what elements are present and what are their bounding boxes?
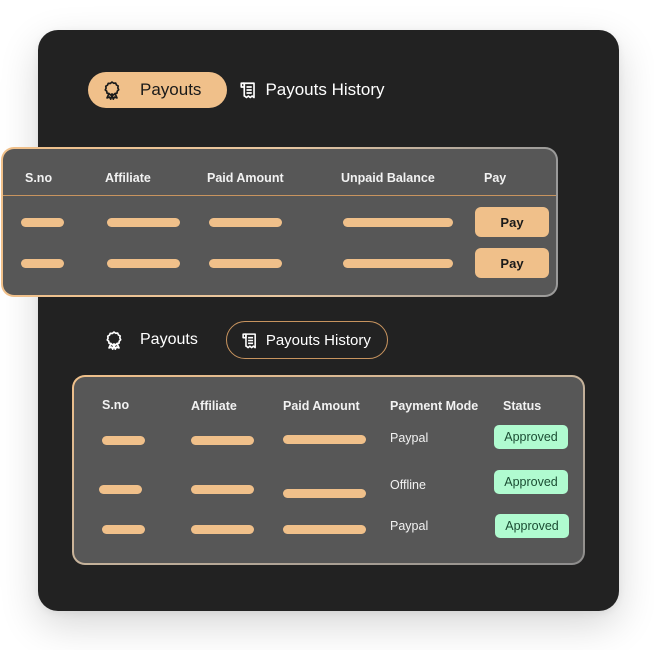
receipt-icon bbox=[239, 81, 257, 99]
sno-placeholder bbox=[21, 259, 64, 268]
column-header-affiliate: Affiliate bbox=[105, 171, 151, 185]
payment-mode: Paypal bbox=[390, 431, 429, 445]
affiliate-placeholder bbox=[191, 485, 254, 494]
unpaid-balance-placeholder bbox=[343, 259, 453, 268]
top-tab-bar: Payouts Payouts History bbox=[88, 72, 384, 108]
paid-amount-placeholder bbox=[283, 525, 366, 534]
header-divider bbox=[3, 195, 556, 196]
award-ribbon-icon bbox=[104, 330, 124, 350]
column-header-sno: S.no bbox=[25, 171, 53, 185]
tab-payouts[interactable]: Payouts bbox=[88, 72, 228, 108]
payouts-history-table-card: S.no Affiliate Paid Amount Payment Mode … bbox=[72, 375, 585, 565]
affiliate-placeholder bbox=[107, 218, 180, 227]
stage: Payouts Payouts History S.no Affiliate P… bbox=[0, 0, 654, 650]
tab-label: Payouts bbox=[140, 331, 198, 348]
column-header-pay: Pay bbox=[484, 171, 507, 185]
sno-placeholder bbox=[21, 218, 64, 227]
column-header-paid-amount: Paid Amount bbox=[283, 399, 360, 413]
sno-placeholder bbox=[99, 485, 142, 494]
column-header-sno: S.no bbox=[102, 398, 130, 412]
pay-button[interactable]: Pay bbox=[475, 248, 549, 278]
payouts-table-card: S.no Affiliate Paid Amount Unpaid Balanc… bbox=[1, 147, 558, 297]
receipt-icon bbox=[241, 332, 258, 349]
sno-placeholder bbox=[102, 525, 145, 534]
tab-payouts-history[interactable]: Payouts History bbox=[225, 321, 388, 359]
payouts-table: S.no Affiliate Paid Amount Unpaid Balanc… bbox=[3, 149, 556, 295]
paid-amount-placeholder bbox=[283, 435, 366, 444]
column-header-unpaid-balance: Unpaid Balance bbox=[341, 171, 435, 185]
unpaid-balance-placeholder bbox=[343, 218, 453, 227]
tab-payouts-history[interactable]: Payouts History bbox=[227, 72, 384, 108]
payment-mode: Offline bbox=[390, 478, 426, 492]
award-ribbon-icon bbox=[102, 80, 122, 100]
tab-label: Payouts History bbox=[265, 80, 385, 99]
affiliate-placeholder bbox=[191, 525, 254, 534]
paid-amount-placeholder bbox=[283, 489, 366, 498]
payment-mode: Paypal bbox=[390, 519, 429, 533]
affiliate-placeholder bbox=[191, 436, 254, 445]
column-header-payment-mode: Payment Mode bbox=[390, 399, 479, 413]
column-header-affiliate: Affiliate bbox=[191, 399, 237, 413]
payouts-history-table: S.no Affiliate Paid Amount Payment Mode … bbox=[74, 377, 583, 563]
bottom-tab-bar: Payouts Payouts History bbox=[98, 321, 388, 359]
status-badge: Approved bbox=[494, 425, 568, 449]
sno-placeholder bbox=[102, 436, 145, 445]
tab-label: Payouts bbox=[140, 80, 202, 99]
column-header-status: Status bbox=[503, 399, 542, 413]
paid-amount-placeholder bbox=[209, 259, 282, 268]
paid-amount-placeholder bbox=[209, 218, 282, 227]
status-badge: Approved bbox=[494, 470, 568, 494]
affiliate-placeholder bbox=[107, 259, 180, 268]
status-badge: Approved bbox=[495, 514, 569, 538]
tab-label: Payouts History bbox=[265, 331, 371, 349]
pay-button[interactable]: Pay bbox=[475, 207, 549, 237]
column-header-paid-amount: Paid Amount bbox=[207, 171, 284, 185]
tab-payouts[interactable]: Payouts bbox=[98, 321, 204, 359]
